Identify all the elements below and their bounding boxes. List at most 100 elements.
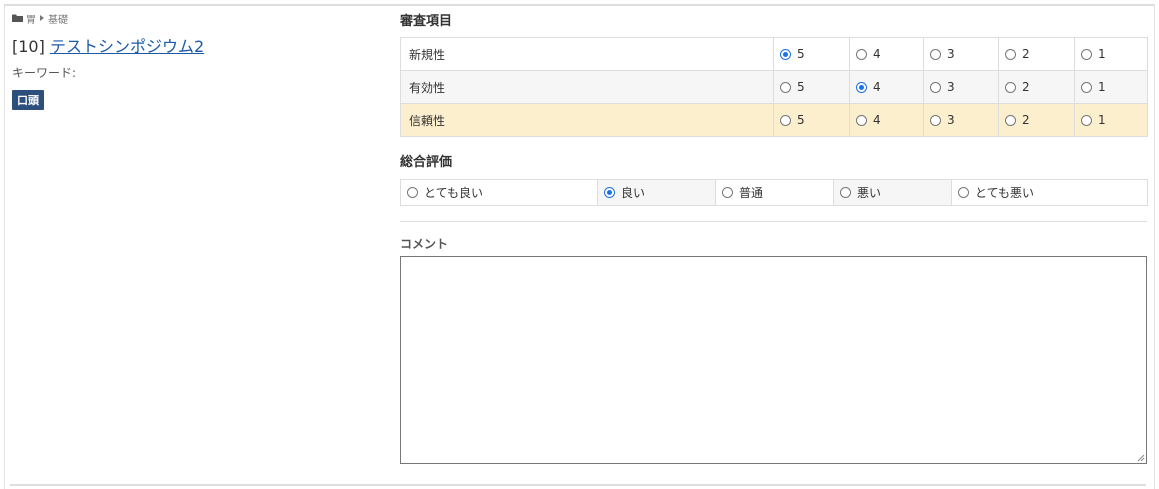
radio-unchecked-icon[interactable] <box>840 187 851 198</box>
criteria-score-cell[interactable]: 3 <box>923 37 999 71</box>
criteria-score-cell[interactable]: 3 <box>923 70 999 104</box>
radio-unchecked-icon[interactable] <box>407 187 418 198</box>
overall-option-label: 普通 <box>739 186 764 200</box>
criteria-score-cell[interactable]: 1 <box>1074 37 1148 71</box>
criteria-label: 新規性 <box>400 37 774 71</box>
criteria-score-cell[interactable]: 2 <box>998 70 1075 104</box>
radio-unchecked-icon[interactable] <box>722 187 733 198</box>
presentation-type-badge: 口頭 <box>12 90 44 110</box>
criteria-score-cell[interactable]: 4 <box>849 103 924 137</box>
overall-rating-cell[interactable]: 悪い <box>833 179 952 206</box>
score-option[interactable]: 5 <box>774 80 849 94</box>
overall-option-label: 悪い <box>857 186 882 200</box>
score-option-label: 5 <box>797 47 805 61</box>
overall-option-label: とても良い <box>424 186 484 200</box>
breadcrumb: 胃 基礎 <box>12 11 382 26</box>
criteria-title: 審査項目 <box>400 14 453 29</box>
section-divider <box>400 221 1147 222</box>
radio-unchecked-icon[interactable] <box>1081 114 1092 126</box>
radio-unchecked-icon[interactable] <box>856 114 867 126</box>
criteria-score-cell[interactable]: 5 <box>773 37 850 71</box>
score-option-label: 2 <box>1022 47 1030 61</box>
score-option[interactable]: 5 <box>774 113 849 127</box>
radio-unchecked-icon[interactable] <box>1005 81 1016 93</box>
overall-option[interactable]: 悪い <box>834 184 951 201</box>
overall-option[interactable]: 普通 <box>716 184 833 201</box>
criteria-row: 新規性 5 4 3 2 1 <box>400 37 1148 71</box>
radio-unchecked-icon[interactable] <box>1005 48 1016 60</box>
score-option[interactable]: 3 <box>924 47 998 61</box>
criteria-label: 有効性 <box>400 70 774 104</box>
overall-rating-cell[interactable]: とても良い <box>400 179 598 206</box>
paper-title-link[interactable]: テストシンポジウム2 <box>50 37 204 56</box>
score-option[interactable]: 1 <box>1075 47 1147 61</box>
radio-checked-icon[interactable] <box>856 81 867 93</box>
criteria-score-cell[interactable]: 2 <box>998 37 1075 71</box>
radio-unchecked-icon[interactable] <box>1005 114 1016 126</box>
score-option-label: 4 <box>873 113 881 127</box>
criteria-score-cell[interactable]: 1 <box>1074 103 1148 137</box>
score-option-label: 3 <box>947 47 955 61</box>
comment-label: コメント <box>400 237 449 251</box>
radio-unchecked-icon[interactable] <box>930 81 941 93</box>
overall-rating-cell[interactable]: 普通 <box>715 179 834 206</box>
radio-unchecked-icon[interactable] <box>856 48 867 60</box>
score-option[interactable]: 4 <box>850 47 923 61</box>
criteria-score-cell[interactable]: 2 <box>998 103 1075 137</box>
criteria-score-cell[interactable]: 4 <box>849 37 924 71</box>
score-option-label: 3 <box>947 80 955 94</box>
radio-unchecked-icon[interactable] <box>1081 48 1092 60</box>
criteria-score-cell[interactable]: 1 <box>1074 70 1148 104</box>
score-option[interactable]: 1 <box>1075 113 1147 127</box>
score-option-label: 4 <box>873 47 881 61</box>
overall-option[interactable]: とても悪い <box>952 184 1147 201</box>
criteria-label: 信頼性 <box>400 103 774 137</box>
radio-unchecked-icon[interactable] <box>930 48 941 60</box>
radio-unchecked-icon[interactable] <box>958 187 969 198</box>
overall-option-label: とても悪い <box>975 186 1035 200</box>
criteria-score-cell[interactable]: 5 <box>773 103 850 137</box>
breadcrumb-item-subcategory[interactable]: 基礎 <box>48 11 68 26</box>
paper-title-line: [10] テストシンポジウム2 <box>12 33 382 57</box>
score-option-label: 2 <box>1022 80 1030 94</box>
score-option-label: 5 <box>797 80 805 94</box>
score-option[interactable]: 4 <box>850 80 923 94</box>
criteria-row: 信頼性 5 4 3 2 1 <box>400 103 1148 137</box>
breadcrumb-separator-icon <box>40 15 44 21</box>
score-option-label: 4 <box>873 80 881 94</box>
bottom-divider <box>10 484 1146 486</box>
radio-checked-icon[interactable] <box>780 48 791 60</box>
review-form: 審査項目 新規性 5 4 3 2 1 有効性 5 4 3 2 1 信頼性 5 4 3 2 1 総合評価 とても良い… <box>400 12 1148 464</box>
radio-unchecked-icon[interactable] <box>1081 81 1092 93</box>
criteria-score-cell[interactable]: 3 <box>923 103 999 137</box>
overall-option[interactable]: 良い <box>598 184 715 201</box>
score-option-label: 1 <box>1098 47 1106 61</box>
resize-grip-icon[interactable] <box>1137 454 1145 462</box>
score-option[interactable]: 4 <box>850 113 923 127</box>
score-option[interactable]: 5 <box>774 47 849 61</box>
radio-unchecked-icon[interactable] <box>930 114 941 126</box>
overall-option[interactable]: とても良い <box>401 184 597 201</box>
criteria-row: 有効性 5 4 3 2 1 <box>400 70 1148 104</box>
score-option[interactable]: 3 <box>924 80 998 94</box>
score-option[interactable]: 3 <box>924 113 998 127</box>
score-option-label: 1 <box>1098 113 1106 127</box>
score-option[interactable]: 2 <box>999 113 1074 127</box>
criteria-score-cell[interactable]: 4 <box>849 70 924 104</box>
radio-unchecked-icon[interactable] <box>780 114 791 126</box>
score-option-label: 5 <box>797 113 805 127</box>
keyword-label: キーワード: <box>12 66 77 80</box>
radio-unchecked-icon[interactable] <box>780 81 791 93</box>
score-option[interactable]: 2 <box>999 47 1074 61</box>
overall-rating-table: とても良い 良い 普通 悪い とても悪い <box>400 179 1148 206</box>
overall-rating-cell[interactable]: とても悪い <box>951 179 1148 206</box>
breadcrumb-item-category[interactable]: 胃 <box>26 11 36 26</box>
radio-checked-icon[interactable] <box>604 187 615 198</box>
comment-textarea[interactable] <box>400 256 1147 464</box>
overall-title: 総合評価 <box>400 155 453 170</box>
score-option[interactable]: 1 <box>1075 80 1147 94</box>
folder-icon <box>12 14 23 22</box>
criteria-score-cell[interactable]: 5 <box>773 70 850 104</box>
score-option[interactable]: 2 <box>999 80 1074 94</box>
overall-rating-cell[interactable]: 良い <box>597 179 716 206</box>
